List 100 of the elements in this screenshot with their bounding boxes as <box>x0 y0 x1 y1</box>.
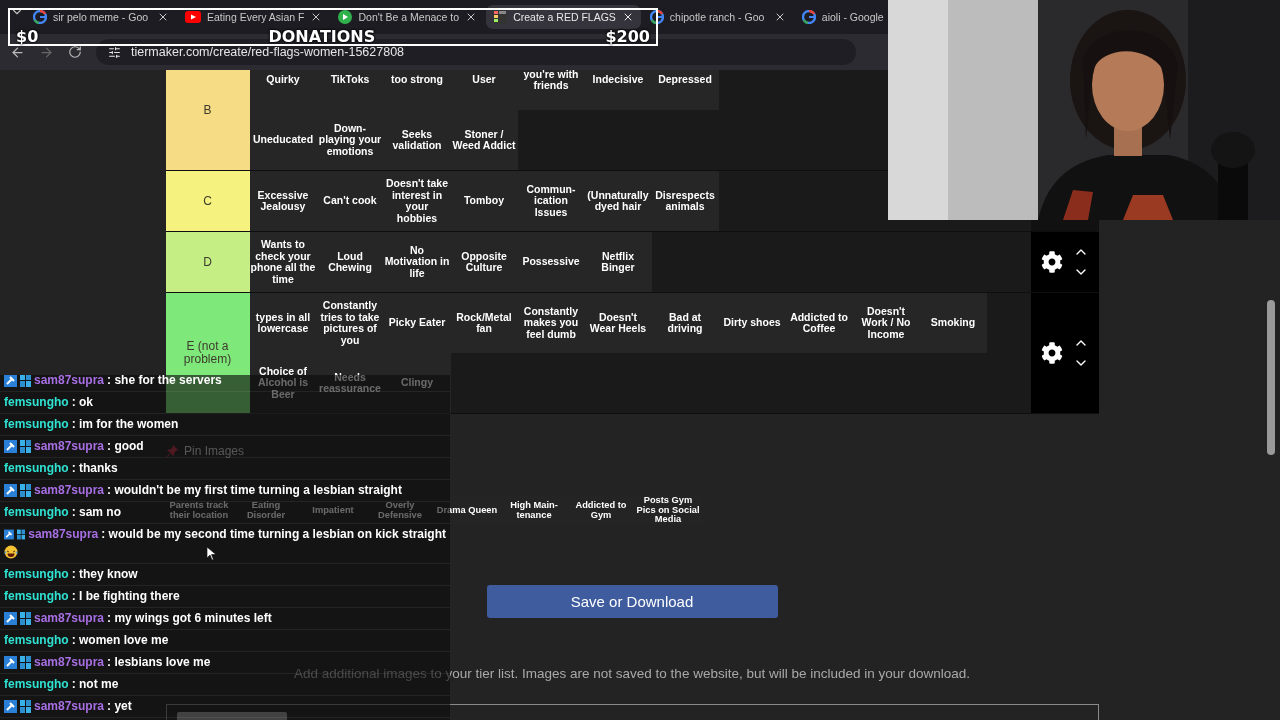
tier-item[interactable]: Seeks validation <box>383 110 451 170</box>
grid-badge-icon <box>20 440 31 453</box>
google-icon <box>801 10 816 24</box>
tier-item[interactable]: Depressed <box>651 70 719 110</box>
mouse-cursor-icon <box>207 547 216 560</box>
hammer-badge-icon <box>4 656 17 669</box>
tier-item[interactable]: Loud Chewing <box>316 232 384 292</box>
reload-icon[interactable] <box>68 45 82 59</box>
browser-tab[interactable]: sir pelo meme - Goo <box>26 5 176 29</box>
chat-message: : would be my second time turning a lesbian on kick straight <box>101 527 446 542</box>
video-icon <box>185 11 201 23</box>
chat-username[interactable]: femsungho <box>4 567 69 582</box>
chat-username[interactable]: femsungho <box>4 633 69 648</box>
browser-tab[interactable]: Create a RED FLAGS <box>486 5 641 29</box>
tab-title: sir pelo meme - Goo <box>53 11 150 23</box>
back-icon[interactable] <box>10 44 25 60</box>
tier-item[interactable]: Choice of Alcohol is Beer <box>249 353 317 413</box>
chat-username[interactable]: sam87supra <box>34 483 105 498</box>
chat-username[interactable]: sam87supra <box>34 611 105 626</box>
tier-item[interactable]: No Motivation in life <box>383 232 451 292</box>
settings-icon[interactable] <box>1040 251 1063 273</box>
tier-item[interactable]: Bad at driving <box>651 293 719 353</box>
tier-item[interactable]: Tomboy <box>450 171 518 231</box>
settings-icon[interactable] <box>1040 342 1063 364</box>
tier-item[interactable]: Can't cook <box>316 171 384 231</box>
tier-label: C <box>165 171 250 231</box>
tier-item[interactable]: you're with friends <box>517 70 585 110</box>
site-settings-icon[interactable] <box>108 45 121 59</box>
browser-tab[interactable]: aioli - Google <box>794 5 886 29</box>
tier-item[interactable]: types in all lowercase <box>249 293 317 353</box>
tier-item[interactable]: TikToks <box>316 70 384 110</box>
tier-item[interactable]: Doesn't take interest in your hobbies <box>383 171 451 231</box>
chat-username[interactable]: femsungho <box>4 677 69 692</box>
chat-message: : sam no <box>71 505 121 520</box>
tier-item[interactable]: Constantly makes you feel dumb <box>517 293 585 353</box>
tier-item[interactable]: Possessive <box>517 232 585 292</box>
tier-item[interactable]: Smoking <box>919 293 987 353</box>
chat-message: : thanks <box>71 461 118 476</box>
chat-username[interactable]: sam87supra <box>28 527 99 542</box>
chat-username[interactable]: femsungho <box>4 505 69 520</box>
save-button[interactable]: Save or Download <box>486 585 778 618</box>
close-icon[interactable] <box>157 11 169 23</box>
grid-badge-icon <box>20 484 31 497</box>
tier-item[interactable]: Commun-ication Issues <box>517 171 585 231</box>
tier-item[interactable]: Down-playing your emotions <box>316 110 384 170</box>
tier-item[interactable]: Indecisive <box>584 70 652 110</box>
grid-icon <box>493 10 508 24</box>
tier-item[interactable]: Picky Eater <box>383 293 451 353</box>
grid-badge-icon <box>16 528 26 541</box>
tier-item[interactable]: Wants to check your phone all the time <box>249 232 317 292</box>
laughing-emoji-icon <box>4 545 18 559</box>
scrollbar-thumb[interactable] <box>1267 300 1275 455</box>
hammer-badge-icon <box>4 612 17 625</box>
browser-tab[interactable]: Don't Be a Menace to <box>331 5 485 29</box>
chat-username[interactable]: sam87supra <box>34 655 105 670</box>
tier-item[interactable]: (Unnaturally dyed hair <box>584 171 652 231</box>
chat-message: : good <box>107 439 144 454</box>
grid-badge-icon <box>20 656 31 669</box>
chat-message: : not me <box>71 677 119 692</box>
grid-badge-icon <box>20 700 31 713</box>
tier-item[interactable]: Dirty shoes <box>718 293 786 353</box>
chat-username[interactable]: femsungho <box>4 417 69 432</box>
chat-message: : ok <box>71 395 93 410</box>
tier-item[interactable]: Constantly tries to take pictures of you <box>316 293 384 353</box>
tier-item[interactable]: Disrespects animals <box>651 171 719 231</box>
chat-username[interactable]: femsungho <box>4 461 69 476</box>
chat-username[interactable]: femsungho <box>4 589 69 604</box>
browser-tab[interactable]: chipotle ranch - Goo <box>642 5 793 29</box>
forward-icon[interactable] <box>39 44 54 60</box>
tier-item[interactable]: Addicted to Coffee <box>785 293 853 353</box>
pin-icon <box>166 445 178 457</box>
chat-message: : wouldn't be my first time turning a lesbian straight <box>107 483 402 498</box>
tier-item[interactable]: Quirky <box>249 70 317 110</box>
tier-item[interactable]: User <box>450 70 518 110</box>
tier-item[interactable]: too strong <box>383 70 451 110</box>
chat-message: : lesbians love me <box>107 655 211 670</box>
tier-item[interactable]: Excessive Jealousy <box>249 171 317 231</box>
tier-label: D <box>165 232 250 292</box>
tier-item[interactable]: Uneducated <box>249 110 317 170</box>
chat-username[interactable]: femsungho <box>4 395 69 410</box>
chat-username[interactable]: sam87supra <box>34 375 105 388</box>
tier-item[interactable]: Doesn't Wear Heels <box>584 293 652 353</box>
tab-title: Create a RED FLAGS <box>513 11 616 23</box>
tier-item[interactable]: Stoner / Weed Addict <box>450 110 518 170</box>
browser-tab[interactable]: Eating Every Asian F <box>178 5 330 29</box>
chat-message: : women love me <box>71 633 169 648</box>
google-icon <box>649 10 664 24</box>
unplaced-item[interactable]: Posts Gym Pics on Social Media <box>634 496 702 525</box>
grid-badge-icon <box>20 375 31 387</box>
google-icon <box>33 10 47 24</box>
chat-message: : she for the servers <box>107 375 222 388</box>
chat-message: : yet <box>107 699 132 714</box>
tier-item[interactable]: Netflix Binger <box>584 232 652 292</box>
hammer-badge-icon <box>4 375 17 387</box>
chat-username[interactable]: sam87supra <box>34 439 105 454</box>
tier-item[interactable]: Opposite Culture <box>450 232 518 292</box>
tier-item[interactable]: Doesn't Work / No Income <box>852 293 920 353</box>
chat-username[interactable]: sam87supra <box>34 699 105 714</box>
tier-item[interactable]: Rock/Metal fan <box>450 293 518 353</box>
hammer-badge-icon <box>4 440 17 453</box>
